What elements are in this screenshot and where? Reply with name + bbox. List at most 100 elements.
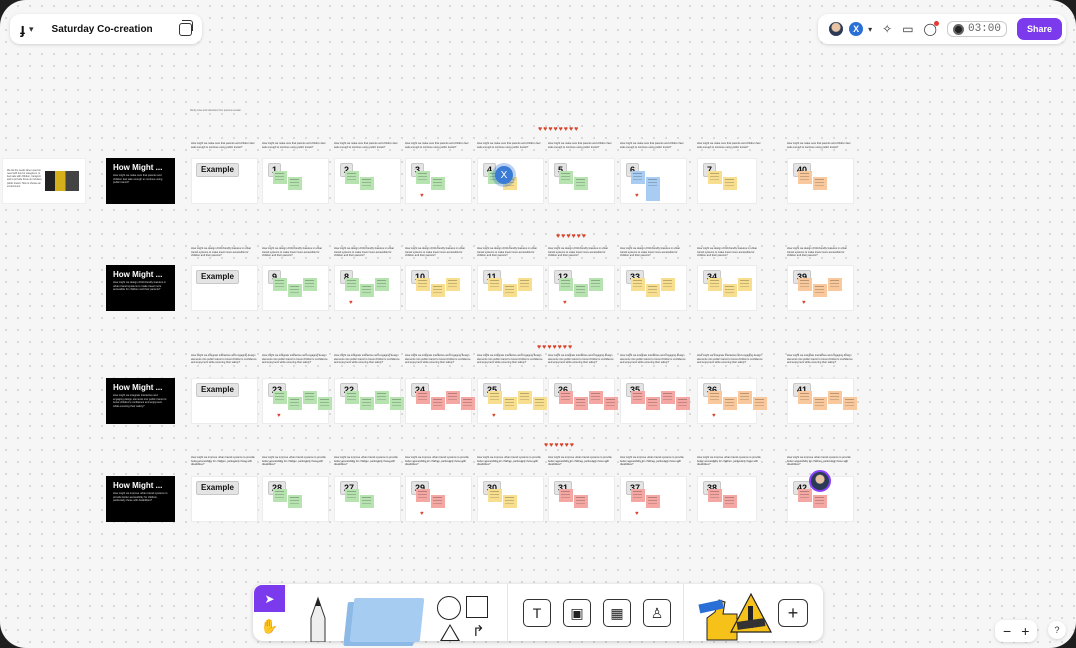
sticky-note[interactable] — [559, 489, 573, 502]
idea-card[interactable]: 27 — [334, 476, 401, 522]
sticky-note[interactable] — [589, 391, 603, 404]
sticky-note[interactable] — [360, 177, 374, 190]
sticky-note[interactable] — [375, 391, 389, 404]
idea-card[interactable]: 41 — [787, 378, 857, 424]
sticky-note-tool-icon[interactable] — [349, 598, 425, 642]
sticky-note[interactable] — [503, 284, 517, 297]
board-title[interactable]: Saturday Co-creation — [42, 24, 163, 35]
sticky-note[interactable] — [446, 391, 460, 404]
sticky-note[interactable] — [345, 171, 359, 184]
triangle-shape-icon[interactable] — [440, 624, 460, 641]
stamp-tool-icon[interactable]: ♙ — [643, 599, 671, 627]
sticky-note[interactable] — [288, 397, 302, 410]
layout-icon[interactable]: ▭ — [902, 22, 913, 36]
hmw-card[interactable]: How Might ... How might we make sure that… — [106, 158, 175, 204]
sticky-note[interactable] — [288, 177, 302, 190]
sticky-note[interactable] — [360, 397, 374, 410]
sticky-note[interactable] — [416, 391, 430, 404]
idea-card[interactable]: 3 ♥ — [405, 158, 472, 204]
idea-card[interactable]: 29 ♥ — [405, 476, 472, 522]
stickers-tool-icon[interactable] — [697, 592, 773, 642]
sticky-note[interactable] — [461, 397, 475, 410]
sticky-note[interactable] — [518, 278, 532, 291]
sticky-note[interactable] — [431, 284, 445, 297]
sticky-note[interactable] — [533, 397, 547, 410]
sticky-note[interactable] — [574, 177, 588, 190]
sticky-note[interactable] — [288, 284, 302, 297]
idea-card[interactable]: 10 — [405, 265, 472, 311]
pages-panel-icon[interactable] — [178, 19, 193, 36]
canvas[interactable]: ɟ ▾ Saturday Co-creation X ▾ ✧ ▭ ◯ 03:00… — [0, 0, 1076, 648]
sticky-note[interactable] — [723, 284, 737, 297]
sticky-note[interactable] — [813, 177, 827, 190]
hmw-card[interactable]: How Might ... How might we integrate inte… — [106, 378, 175, 424]
idea-card[interactable]: 33 — [620, 265, 687, 311]
sticky-note[interactable] — [488, 278, 502, 291]
sticky-note[interactable] — [798, 171, 812, 184]
sticky-note[interactable] — [646, 495, 660, 508]
help-button[interactable]: ? — [1048, 621, 1066, 639]
sticky-note[interactable] — [273, 171, 287, 184]
idea-card[interactable]: 36 ♥ — [697, 378, 767, 424]
sticky-note[interactable] — [676, 397, 690, 410]
select-tool-icon[interactable]: ➤ — [254, 585, 285, 612]
idea-card[interactable]: 11 — [477, 265, 544, 311]
table-tool-icon[interactable]: ▦ — [603, 599, 631, 627]
idea-card[interactable]: 24 — [405, 378, 475, 424]
idea-card[interactable]: 35 — [620, 378, 690, 424]
sticky-note[interactable] — [813, 397, 827, 410]
chevron-down-icon[interactable]: ▾ — [868, 25, 872, 34]
idea-card[interactable]: 34 — [697, 265, 757, 311]
idea-card[interactable]: 5 — [548, 158, 615, 204]
idea-card[interactable]: 28 — [262, 476, 329, 522]
sticky-note[interactable] — [559, 171, 573, 184]
sticky-note[interactable] — [273, 278, 287, 291]
sticky-note[interactable] — [813, 284, 827, 297]
sticky-note[interactable] — [661, 278, 675, 291]
sticky-note[interactable] — [631, 171, 645, 184]
sticky-note[interactable] — [360, 495, 374, 508]
sticky-note[interactable] — [416, 171, 430, 184]
sticky-note[interactable] — [273, 391, 287, 404]
sticky-note[interactable] — [503, 495, 517, 508]
avatar-x[interactable]: X — [848, 21, 865, 37]
sticky-note[interactable] — [345, 278, 359, 291]
sticky-note[interactable] — [723, 177, 737, 190]
sticky-note[interactable] — [303, 278, 317, 291]
sticky-note[interactable] — [708, 171, 722, 184]
idea-card[interactable]: 22 — [334, 378, 404, 424]
arrow-shape-icon[interactable]: ↱ — [472, 622, 485, 640]
sticky-note[interactable] — [646, 397, 660, 410]
zoom-in-button[interactable]: + — [1021, 623, 1029, 639]
sticky-note[interactable] — [360, 284, 374, 297]
zoom-out-button[interactable]: − — [1003, 623, 1011, 639]
sticky-note[interactable] — [828, 278, 842, 291]
idea-card[interactable]: 12 ♥ — [548, 265, 615, 311]
idea-card[interactable]: 26 — [548, 378, 618, 424]
sticky-note[interactable] — [723, 495, 737, 508]
text-tool-icon[interactable]: T — [523, 599, 551, 627]
sticky-note[interactable] — [708, 391, 722, 404]
sticky-note[interactable] — [559, 391, 573, 404]
sticky-note[interactable] — [646, 177, 660, 201]
pen-tool-icon[interactable] — [305, 596, 331, 642]
sticky-note[interactable] — [431, 177, 445, 190]
timer[interactable]: 03:00 — [946, 21, 1007, 37]
sticky-note[interactable] — [345, 489, 359, 502]
reference-card[interactable]: We list the needs when used on need with… — [2, 158, 86, 204]
idea-card[interactable]: 23 ♥ — [262, 378, 332, 424]
idea-card[interactable]: 31 — [548, 476, 615, 522]
sticky-note[interactable] — [288, 495, 302, 508]
sticky-note[interactable] — [604, 397, 618, 410]
sticky-note[interactable] — [431, 397, 445, 410]
idea-card[interactable]: Example — [191, 476, 258, 522]
chevron-down-icon[interactable]: ▾ — [29, 24, 34, 35]
sticky-note[interactable] — [446, 278, 460, 291]
idea-card[interactable]: 39 ♥ — [787, 265, 854, 311]
sticky-note[interactable] — [574, 495, 588, 508]
ai-sparkle-icon[interactable]: ✧ — [882, 22, 892, 36]
sticky-note[interactable] — [708, 489, 722, 502]
idea-card[interactable]: 30 — [477, 476, 544, 522]
idea-card[interactable]: Example — [191, 158, 258, 204]
sticky-note[interactable] — [273, 489, 287, 502]
